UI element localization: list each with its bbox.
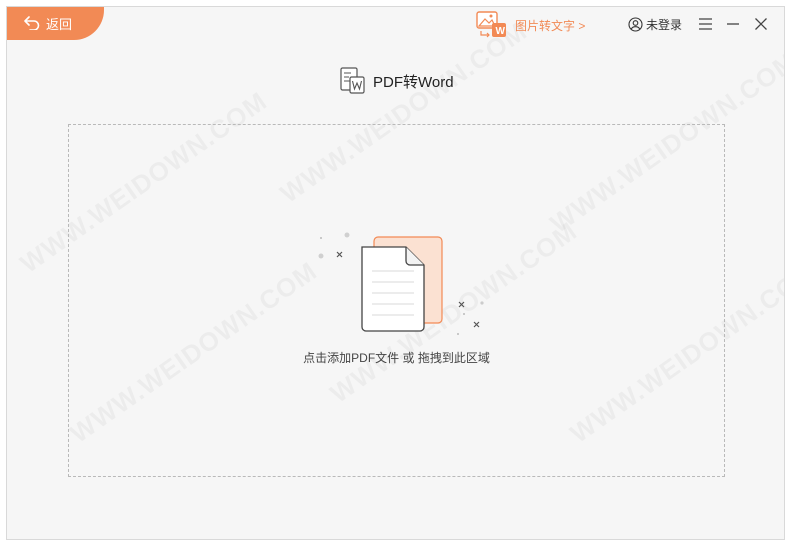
pdf-to-word-icon [340, 67, 365, 94]
close-icon [755, 18, 767, 30]
app-window: WWW.WEIDOWN.COM WWW.WEIDOWN.COM WWW.WEID… [6, 6, 785, 540]
close-button[interactable] [754, 17, 768, 36]
page-title: PDF转Word [373, 73, 454, 91]
page-title-group: PDF转Word [339, 67, 454, 95]
minimize-icon [727, 23, 739, 25]
login-label: 未登录 [646, 17, 683, 32]
add-document-illustration [318, 232, 484, 335]
back-arrow-icon [24, 16, 40, 30]
file-drop-zone[interactable]: 点击添加PDF文件 或 拖拽到此区域 [68, 124, 725, 477]
image-to-text-label: 图片转文字 > [515, 18, 586, 33]
minimize-button[interactable] [726, 17, 740, 36]
drop-hint: 点击添加PDF文件 或 拖拽到此区域 [303, 351, 490, 365]
login-button[interactable]: 未登录 [628, 15, 682, 33]
hamburger-menu-icon [699, 18, 712, 30]
image-to-text-button[interactable]: W 图片转文字 > [475, 11, 585, 39]
user-circle-icon [628, 16, 643, 32]
svg-text:W: W [496, 26, 506, 37]
menu-button[interactable] [698, 17, 713, 36]
back-label: 返回 [46, 16, 73, 32]
image-to-text-icon: W [475, 11, 511, 39]
back-button[interactable]: 返回 [7, 7, 104, 40]
